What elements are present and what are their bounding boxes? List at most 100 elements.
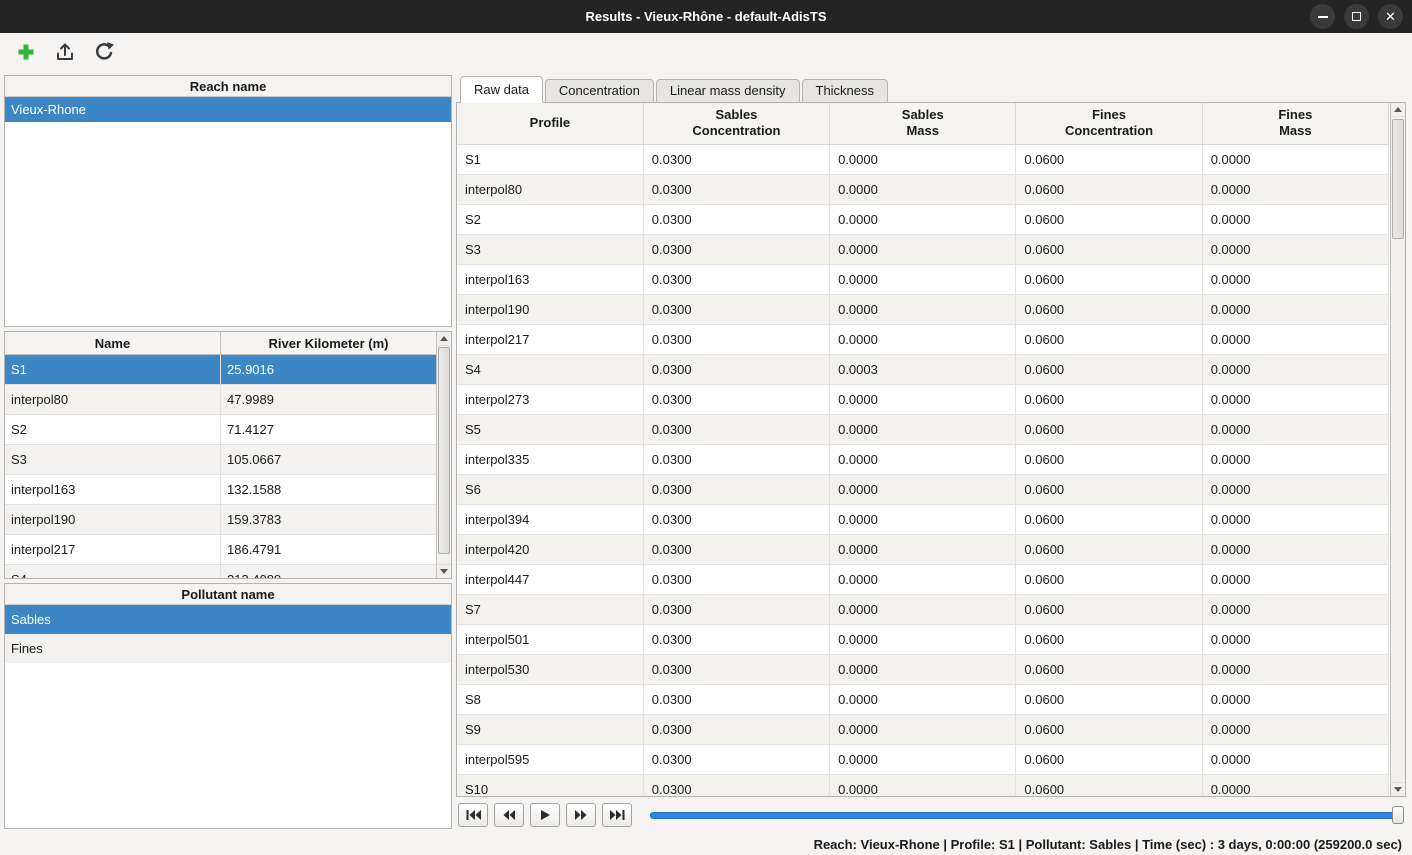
data-row[interactable]: S100.03000.00000.06000.0000: [457, 774, 1389, 797]
pollutant-item[interactable]: Fines: [5, 634, 451, 663]
data-row[interactable]: interpol4200.03000.00000.06000.0000: [457, 534, 1389, 564]
minimize-icon: [1318, 16, 1328, 18]
minimize-button[interactable]: [1310, 4, 1335, 29]
profile-name-cell: interpol217: [5, 535, 221, 564]
tab-raw-data[interactable]: Raw data: [460, 76, 543, 103]
scroll-up-button[interactable]: [1391, 103, 1405, 117]
column-header[interactable]: Fines Concentration: [1016, 103, 1202, 144]
data-cell: 0.0600: [1016, 144, 1202, 174]
data-cell: 0.0600: [1016, 504, 1202, 534]
profile-river-kilometer-cell: 47.9989: [221, 385, 436, 414]
data-cell: 0.0600: [1016, 654, 1202, 684]
data-table-container: ProfileSables ConcentrationSables MassFi…: [456, 102, 1406, 797]
data-cell: S7: [457, 594, 643, 624]
reach-section: Reach name Vieux-Rhone: [4, 75, 452, 327]
scrollbar-thumb[interactable]: [438, 347, 450, 554]
reach-list: Vieux-Rhone: [5, 97, 451, 122]
data-cell: 0.0600: [1016, 594, 1202, 624]
time-slider[interactable]: [650, 803, 1404, 827]
profile-row[interactable]: S125.9016: [5, 355, 436, 385]
profile-river-kilometer-cell: 25.9016: [221, 355, 436, 384]
table-scrollbar[interactable]: [1390, 103, 1405, 796]
data-row[interactable]: S80.03000.00000.06000.0000: [457, 684, 1389, 714]
data-row[interactable]: S90.03000.00000.06000.0000: [457, 714, 1389, 744]
fast-forward-button[interactable]: [566, 803, 596, 827]
data-cell: interpol394: [457, 504, 643, 534]
play-button[interactable]: [530, 803, 560, 827]
data-row[interactable]: S50.03000.00000.06000.0000: [457, 414, 1389, 444]
data-row[interactable]: S30.03000.00000.06000.0000: [457, 234, 1389, 264]
refresh-button[interactable]: [90, 38, 118, 66]
data-cell: 0.0600: [1016, 564, 1202, 594]
column-header[interactable]: Sables Concentration: [643, 103, 829, 144]
rewind-button[interactable]: [494, 803, 524, 827]
data-cell: 0.0000: [1202, 744, 1388, 774]
pollutant-item[interactable]: Sables: [5, 605, 451, 634]
data-row[interactable]: S40.03000.00030.06000.0000: [457, 354, 1389, 384]
data-row[interactable]: interpol5300.03000.00000.06000.0000: [457, 654, 1389, 684]
data-row[interactable]: interpol4470.03000.00000.06000.0000: [457, 564, 1389, 594]
reach-item[interactable]: Vieux-Rhone: [5, 97, 451, 122]
add-button[interactable]: [12, 38, 40, 66]
data-row[interactable]: interpol800.03000.00000.06000.0000: [457, 174, 1389, 204]
profile-row[interactable]: interpol8047.9989: [5, 385, 436, 415]
column-header[interactable]: Sables Mass: [830, 103, 1016, 144]
profile-row[interactable]: interpol217186.4791: [5, 535, 436, 565]
data-row[interactable]: interpol3350.03000.00000.06000.0000: [457, 444, 1389, 474]
time-slider-handle[interactable]: [1392, 806, 1404, 824]
time-slider-track[interactable]: [650, 812, 1404, 819]
maximize-icon: [1352, 12, 1361, 21]
data-cell: 0.0000: [1202, 774, 1388, 797]
profile-row[interactable]: interpol163132.1588: [5, 475, 436, 505]
data-cell: 0.0300: [643, 744, 829, 774]
data-row[interactable]: interpol2170.03000.00000.06000.0000: [457, 324, 1389, 354]
skip-last-button[interactable]: [602, 803, 632, 827]
data-cell: 0.0000: [830, 534, 1016, 564]
profile-name-cell: S4: [5, 565, 221, 579]
export-button[interactable]: [51, 38, 79, 66]
skip-first-button[interactable]: [458, 803, 488, 827]
data-cell: 0.0000: [1202, 594, 1388, 624]
data-row[interactable]: interpol1630.03000.00000.06000.0000: [457, 264, 1389, 294]
column-header[interactable]: Fines Mass: [1202, 103, 1388, 144]
scroll-down-button[interactable]: [437, 564, 451, 578]
data-row[interactable]: interpol5950.03000.00000.06000.0000: [457, 744, 1389, 774]
data-cell: 0.0000: [1202, 474, 1388, 504]
data-cell: 0.0000: [830, 414, 1016, 444]
column-header[interactable]: Profile: [457, 103, 643, 144]
profile-name-cell: interpol80: [5, 385, 221, 414]
data-table-body: S10.03000.00000.06000.0000interpol800.03…: [457, 144, 1389, 797]
scroll-up-button[interactable]: [437, 332, 451, 346]
data-row[interactable]: S70.03000.00000.06000.0000: [457, 594, 1389, 624]
pollutant-list: SablesFines: [5, 605, 451, 663]
profiles-scrollbar[interactable]: [436, 332, 451, 578]
data-row[interactable]: S20.03000.00000.06000.0000: [457, 204, 1389, 234]
data-cell: S5: [457, 414, 643, 444]
data-cell: 0.0600: [1016, 204, 1202, 234]
profiles-column-header-river-kilometer[interactable]: River Kilometer (m): [221, 332, 436, 354]
data-row[interactable]: interpol5010.03000.00000.06000.0000: [457, 624, 1389, 654]
profiles-header-row: Name River Kilometer (m): [5, 332, 436, 355]
data-cell: 0.0600: [1016, 474, 1202, 504]
tab-thickness[interactable]: Thickness: [802, 79, 889, 102]
profile-row[interactable]: S271.4127: [5, 415, 436, 445]
profile-row[interactable]: interpol190159.3783: [5, 505, 436, 535]
profiles-column-header-name[interactable]: Name: [5, 332, 221, 354]
fast-forward-icon: [575, 810, 587, 820]
tab-linear-mass-density[interactable]: Linear mass density: [656, 79, 800, 102]
profile-row[interactable]: S3105.0667: [5, 445, 436, 475]
data-row[interactable]: interpol2730.03000.00000.06000.0000: [457, 384, 1389, 414]
scroll-down-button[interactable]: [1391, 782, 1405, 796]
close-button[interactable]: ✕: [1378, 4, 1403, 29]
scrollbar-thumb[interactable]: [1392, 119, 1404, 239]
data-cell: 0.0000: [830, 624, 1016, 654]
data-row[interactable]: interpol3940.03000.00000.06000.0000: [457, 504, 1389, 534]
data-row[interactable]: S10.03000.00000.06000.0000: [457, 144, 1389, 174]
data-cell: S4: [457, 354, 643, 384]
tab-concentration[interactable]: Concentration: [545, 79, 654, 102]
maximize-button[interactable]: [1344, 4, 1369, 29]
data-row[interactable]: interpol1900.03000.00000.06000.0000: [457, 294, 1389, 324]
profile-row[interactable]: S4213.4089: [5, 565, 436, 579]
data-cell: interpol163: [457, 264, 643, 294]
data-row[interactable]: S60.03000.00000.06000.0000: [457, 474, 1389, 504]
